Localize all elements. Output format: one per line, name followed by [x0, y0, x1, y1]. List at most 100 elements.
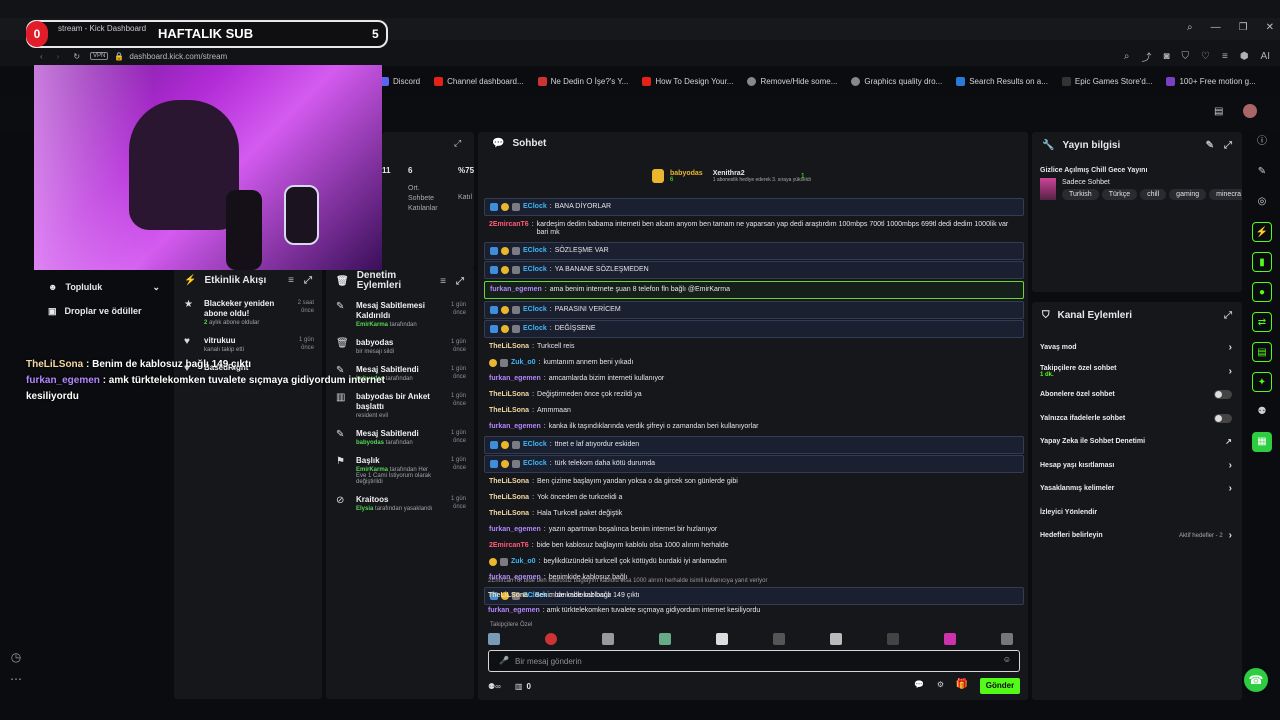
chat-username[interactable]: EClock — [523, 325, 547, 333]
menu-icon[interactable]: ≡ — [1222, 51, 1228, 62]
emote-icon[interactable] — [659, 633, 671, 645]
channel-action-control[interactable] — [1214, 390, 1232, 400]
bookmark-item[interactable]: 100+ Free motion g... — [1166, 76, 1256, 86]
lightning-icon[interactable]: ⚡ — [1252, 222, 1272, 242]
target-icon[interactable]: ◎ — [1252, 192, 1272, 212]
expand-icon[interactable]: ⤢ — [1224, 310, 1232, 321]
edit-icon[interactable]: ✎ — [1252, 162, 1272, 182]
chat-username[interactable]: Zuk_o0 — [511, 558, 536, 566]
sidebar-item-community[interactable]: ☻ Topluluk ⌄ — [34, 275, 174, 299]
expand-icon[interactable]: ⤢ — [454, 138, 461, 149]
channel-action-row[interactable]: Hesap yaşı kısıtlaması › — [1032, 454, 1242, 478]
url-text[interactable]: dashboard.kick.com/stream — [129, 52, 227, 61]
forward-icon[interactable]: › — [57, 52, 60, 61]
chat-username[interactable]: EClock — [523, 247, 547, 255]
toggle-switch[interactable] — [1214, 413, 1232, 423]
channel-action-row[interactable]: Yapay Zeka ile Sohbet Denetimi ↗ — [1032, 430, 1242, 454]
avatar[interactable] — [1243, 104, 1257, 118]
bookmark-item[interactable]: Remove/Hide some... — [747, 76, 837, 86]
gear-icon[interactable]: ⚙ — [937, 680, 944, 689]
chat-username[interactable]: TheLiLSona — [489, 343, 529, 351]
camera-icon[interactable]: ◙ — [1163, 51, 1169, 62]
chat-username[interactable]: TheLiLSona — [489, 407, 529, 415]
layout-icon[interactable]: ▤ — [1252, 342, 1272, 362]
help-button[interactable]: ☎ — [1244, 668, 1268, 692]
emote-icon[interactable] — [602, 633, 614, 645]
chat-username[interactable]: furkan_egemen — [490, 286, 542, 294]
channel-action-control[interactable]: › — [1229, 366, 1232, 377]
channel-action-row[interactable]: Yavaş mod › — [1032, 336, 1242, 360]
channel-action-control[interactable] — [1214, 413, 1232, 423]
emote-icon[interactable] — [830, 633, 842, 645]
bookmark-item[interactable]: How To Design Your... — [642, 76, 733, 86]
more-icon[interactable]: ⋯ — [0, 672, 32, 686]
vpn-badge[interactable]: VPN — [90, 52, 109, 60]
extensions-icon[interactable]: ⬢ — [1240, 51, 1249, 62]
channel-action-row[interactable]: Hedefleri belirleyin Aktif hedefler - 2 › — [1032, 524, 1242, 548]
sidebar-item-drops[interactable]: ▣ Droplar ve ödüller — [34, 299, 174, 323]
bookmark-item[interactable]: Ne Dedin O İşe?'s Y... — [537, 76, 628, 86]
emote-icon[interactable] — [488, 633, 500, 645]
chat-username[interactable]: TheLiLSona — [489, 391, 529, 399]
swap-icon[interactable]: ⇄ — [1252, 312, 1272, 332]
channel-action-control[interactable]: Aktif hedefler - 2 › — [1179, 530, 1232, 541]
search-icon[interactable]: ⌕ — [1187, 22, 1193, 33]
emote-icon[interactable] — [887, 633, 899, 645]
chat-icon[interactable]: ● — [1252, 282, 1272, 302]
chevron-right-icon[interactable]: › — [1229, 342, 1232, 353]
share-icon[interactable]: ⤴ — [1141, 49, 1151, 64]
pin-icon[interactable]: ▥ — [515, 682, 523, 691]
chat-username[interactable]: EClock — [523, 266, 547, 274]
chat-input[interactable]: 🎤 Bir mesaj gönderin ☺ — [488, 650, 1020, 672]
channel-action-control[interactable]: › — [1229, 460, 1232, 471]
back-icon[interactable]: ‹ — [40, 52, 43, 61]
chevron-right-icon[interactable]: › — [1229, 530, 1232, 541]
chat-username[interactable]: EClock — [523, 306, 547, 314]
book-icon[interactable]: ▮ — [1252, 252, 1272, 272]
channel-action-control[interactable]: › — [1229, 483, 1232, 494]
chat-username[interactable]: furkan_egemen — [489, 423, 541, 431]
tab-title[interactable]: stream - Kick Dashboard — [58, 24, 146, 33]
chat-username[interactable]: Zuk_o0 — [511, 359, 536, 367]
reload-icon[interactable]: ↻ — [73, 52, 80, 61]
zoom-icon[interactable]: ⌕ — [1124, 51, 1130, 62]
channel-action-row[interactable]: İzleyici Yönlendir — [1032, 501, 1242, 525]
info-icon[interactable]: ⓘ — [1252, 132, 1272, 152]
users-icon[interactable]: ⚉ — [1252, 402, 1272, 422]
bookmark-item[interactable]: Graphics quality dro... — [851, 76, 942, 86]
external-link-icon[interactable]: ↗ — [1225, 437, 1232, 446]
maximize-icon[interactable]: ❐ — [1239, 22, 1248, 33]
chat-username[interactable]: TheLiLSona — [489, 494, 529, 502]
mic-icon[interactable]: 🎤 — [499, 656, 509, 665]
expand-icon[interactable]: ⤢ — [304, 275, 312, 286]
send-button[interactable]: Gönder — [980, 678, 1020, 694]
bookmark-item[interactable]: Epic Games Store'd... — [1061, 76, 1152, 86]
shield-icon[interactable]: ⛉ — [1182, 51, 1190, 62]
users-icon[interactable]: ⚉∞ — [488, 682, 501, 691]
edit-icon[interactable]: ✎ — [1206, 140, 1214, 151]
channel-action-row[interactable]: Yalnızca ifadelerle sohbet — [1032, 407, 1242, 431]
bookmark-item[interactable]: Search Results on a... — [956, 76, 1048, 86]
filter-icon[interactable]: ≡ — [288, 275, 294, 286]
chevron-right-icon[interactable]: › — [1229, 483, 1232, 494]
address-bar[interactable]: ‹ › ↻ VPN 🔒 dashboard.kick.com/stream — [40, 47, 1040, 65]
bookmark-item[interactable]: Discord — [380, 76, 420, 86]
chevron-right-icon[interactable]: › — [1229, 460, 1232, 471]
chat-username[interactable]: EClock — [523, 441, 547, 449]
emote-icon[interactable] — [1001, 633, 1013, 645]
chat-username[interactable]: furkan_egemen — [489, 375, 541, 383]
wrench-icon[interactable]: ✦ — [1252, 372, 1272, 392]
ai-label[interactable]: AI — [1261, 51, 1270, 62]
emote-icon[interactable] — [716, 633, 728, 645]
chat-username[interactable]: TheLiLSona — [489, 510, 529, 518]
close-icon[interactable]: ✕ — [1266, 22, 1274, 33]
emote-icon[interactable] — [545, 633, 557, 645]
chat-username[interactable]: 2EmircanT6 — [489, 542, 529, 550]
app-icon[interactable]: ▦ — [1252, 432, 1272, 452]
expand-icon[interactable]: ⤢ — [1224, 140, 1232, 151]
chat-username[interactable]: furkan_egemen — [489, 526, 541, 534]
minimize-icon[interactable]: — — [1211, 22, 1221, 33]
chat-username[interactable]: TheLiLSona — [489, 478, 529, 486]
toggle-switch[interactable] — [1214, 390, 1232, 400]
channel-action-row[interactable]: Yasaklanmış kelimeler › — [1032, 477, 1242, 501]
